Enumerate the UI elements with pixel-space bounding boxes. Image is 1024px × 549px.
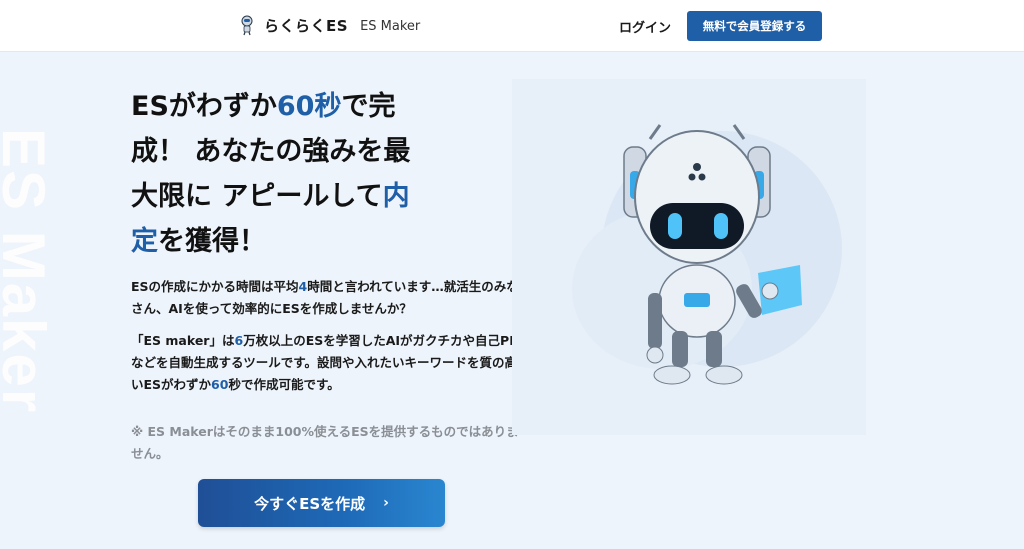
create-es-button[interactable]: 今すぐESを作成 › — [198, 479, 445, 527]
logo-subtitle: ES Maker — [360, 18, 421, 34]
disclaimer-note: ※ ES Makerはそのまま100%使えるESを提供するものではありません。 — [131, 424, 519, 461]
site-header: らくらくES ES Maker ログイン 無料で会員登録する — [0, 0, 1024, 52]
highlight-number: 6 — [234, 333, 244, 348]
headline-highlight-seconds: 60秒 — [276, 91, 342, 122]
robot-logo-icon — [241, 15, 253, 36]
headline-part: を獲得！ — [158, 226, 266, 257]
site-logo[interactable]: らくらくES ES Maker — [238, 14, 420, 36]
signup-button[interactable]: 無料で会員登録する — [687, 11, 822, 41]
highlight-number: 4 — [298, 279, 308, 294]
text: 秒で作成可能です。 — [228, 377, 340, 392]
login-link[interactable]: ログイン — [619, 17, 671, 36]
hero-illustration — [512, 79, 866, 435]
text: 「ES maker」は — [131, 333, 235, 348]
text: ESの作成にかかる時間は平均 — [131, 279, 299, 294]
logo-text: らくらくES — [264, 16, 349, 35]
cta-label: 今すぐESを作成 — [254, 494, 366, 513]
watermark-text: ES Maker — [0, 128, 57, 415]
highlight-number: 60 — [211, 377, 229, 392]
headline-part: ESがわずか — [131, 91, 277, 122]
robot-illustration — [572, 124, 842, 385]
description-paragraph: 「ES maker」は6万枚以上のESを学習したAIがガクチカや自己PRなどを自… — [131, 330, 521, 396]
intro-paragraph: ESの作成にかかる時間は平均4時間と言われています…就活生のみなさん、AIを使っ… — [131, 276, 521, 320]
hero-headline: ESがわずか60秒で完成！ あなたの強みを最大限に アピールして内定を獲得！ — [131, 84, 431, 264]
chevron-right-icon: › — [383, 495, 389, 511]
